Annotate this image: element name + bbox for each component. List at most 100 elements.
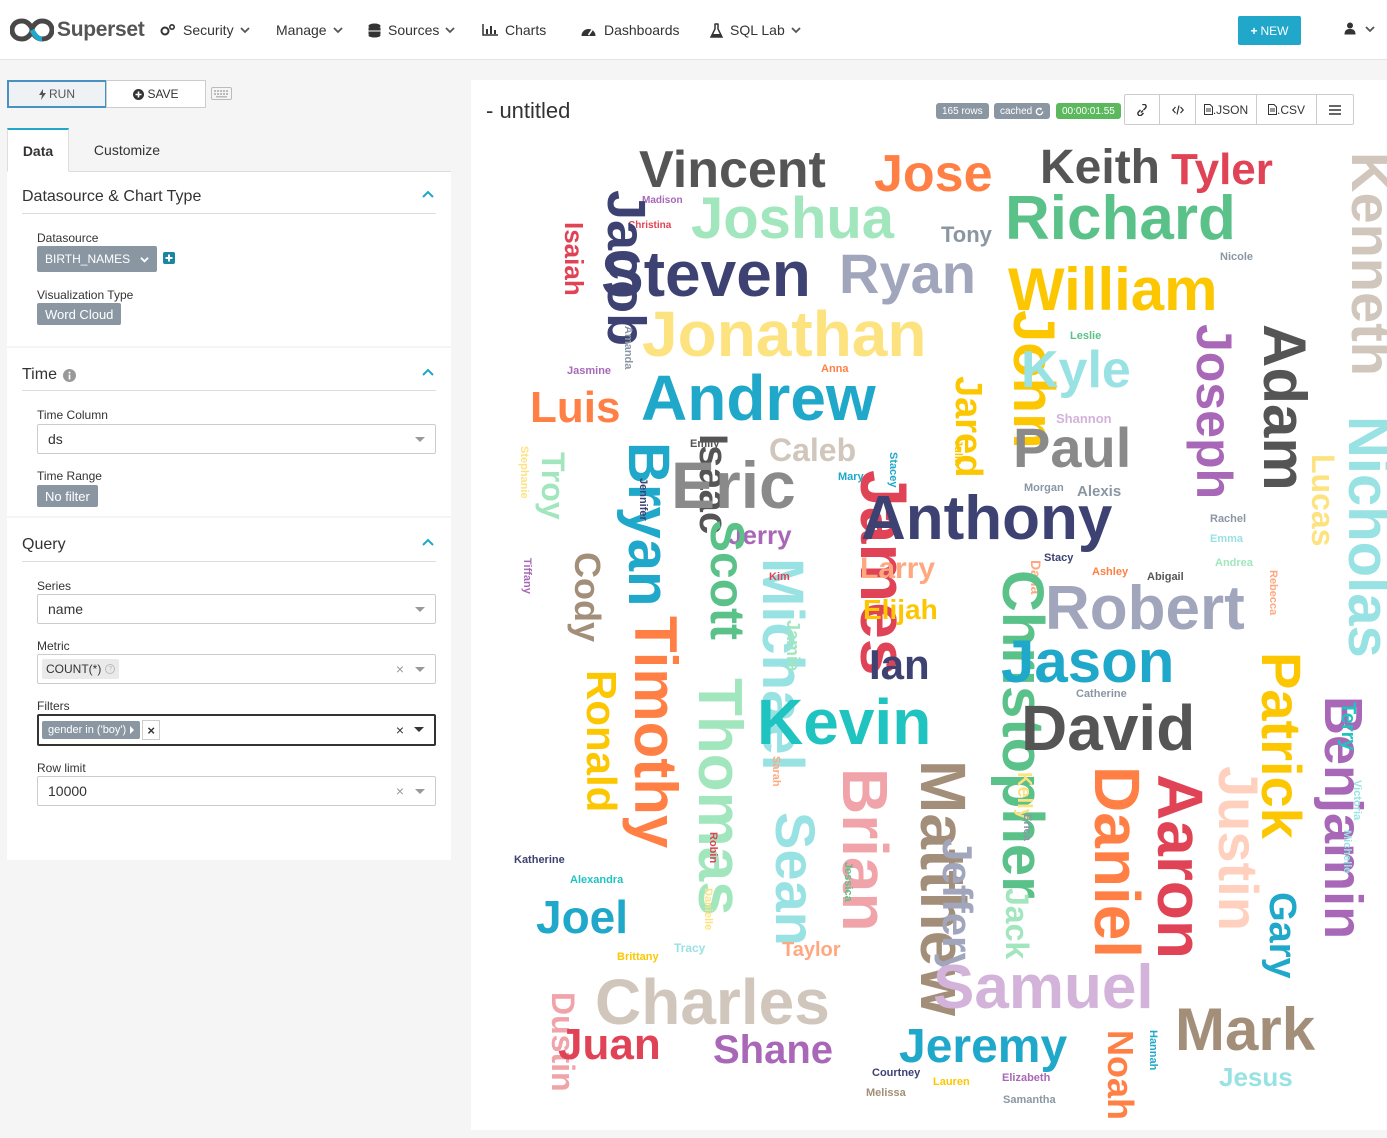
clear-icon[interactable]: ×: [396, 722, 404, 738]
chevron-down-icon: [445, 27, 455, 34]
viz-type-select[interactable]: Word Cloud: [37, 303, 122, 325]
word-cloud-word: Nicholas: [1336, 416, 1387, 658]
top-navbar: Superset Security Manage Sources Charts …: [0, 0, 1387, 60]
word-cloud-word: Larry: [860, 552, 936, 585]
series-select[interactable]: name: [37, 594, 436, 624]
new-button-label: NEW: [1260, 23, 1289, 38]
word-cloud-word: Emma: [1210, 533, 1244, 545]
word-cloud-word: Steven: [601, 238, 811, 310]
series-label: Series: [37, 579, 72, 593]
filter-tag[interactable]: gender in ('boy'): [42, 721, 141, 739]
word-cloud-word: Timothy: [622, 616, 689, 849]
time-range-select[interactable]: No filter: [37, 485, 98, 507]
word-cloud-word: Troy: [535, 452, 571, 520]
new-button[interactable]: + NEW: [1238, 16, 1301, 45]
remove-filter-icon[interactable]: ×: [142, 720, 161, 740]
word-cloud-word: Joseph: [1186, 324, 1242, 500]
info-icon[interactable]: [62, 368, 76, 382]
word-cloud-word: Lauren: [933, 1076, 970, 1088]
nav-sql-lab[interactable]: SQL Lab: [710, 0, 808, 60]
word-cloud-word: Sarah: [770, 756, 782, 787]
dropdown-arrow-icon: [415, 789, 425, 794]
nav-security[interactable]: Security: [160, 0, 257, 60]
word-cloud-word: Richard: [1005, 184, 1236, 253]
word-cloud-word: Eric: [671, 448, 796, 522]
word-cloud-word: Aaron: [1144, 774, 1216, 959]
divider: [22, 213, 436, 214]
word-cloud-word: Katherine: [514, 854, 565, 866]
chevron-up-icon[interactable]: [421, 188, 435, 202]
word-cloud-word: Kyle: [1021, 341, 1131, 399]
row-limit-label: Row limit: [37, 761, 86, 775]
time-column-select[interactable]: ds: [37, 424, 436, 454]
keyboard-icon[interactable]: [211, 87, 232, 100]
word-cloud-word: Jasmine: [567, 365, 612, 377]
word-cloud-word: Jonathan: [642, 298, 927, 370]
viz-type-label: Visualization Type: [37, 288, 134, 302]
word-cloud-word: Jeremy: [899, 1020, 1068, 1073]
metric-value: COUNT(*): [46, 662, 102, 676]
query-section-title[interactable]: Query: [22, 536, 66, 554]
word-cloud-word: Jamie: [783, 620, 803, 672]
nav-charts-label: Charts: [505, 22, 547, 38]
word-cloud-word: Daniel: [1081, 766, 1153, 959]
cogs-icon: [160, 23, 176, 36]
word-cloud-word: Cody: [567, 552, 608, 642]
word-cloud-word: Anthony: [861, 484, 1113, 553]
word-cloud-word: Kevin: [757, 686, 932, 758]
time-section-title: Time: [22, 366, 57, 383]
word-cloud-word: Jesus: [1219, 1062, 1293, 1092]
chevron-up-icon[interactable]: [421, 536, 435, 550]
control-tabs: Data Customize: [7, 128, 451, 172]
query-section: Query Series name Metric COUNT(*) ? × Fi…: [7, 518, 451, 860]
superset-logo-icon: [10, 18, 54, 42]
time-section-header[interactable]: Time: [22, 366, 76, 384]
word-cloud-word: Danielle: [702, 888, 714, 931]
word-cloud-word: Bryan: [616, 442, 681, 607]
tab-customize[interactable]: Customize: [77, 128, 177, 172]
datasource-section-title[interactable]: Datasource & Chart Type: [22, 188, 201, 206]
nav-dashboards[interactable]: Dashboards: [580, 0, 680, 60]
dashboard-icon: [581, 28, 596, 36]
word-cloud-word: Julia: [952, 440, 964, 466]
user-menu[interactable]: [1344, 22, 1375, 35]
word-cloud-word: Shane: [713, 1028, 834, 1072]
plus-square-icon[interactable]: [163, 252, 175, 264]
word-cloud-word: Kelly: [1013, 772, 1035, 820]
datasource-label: Datasource: [37, 231, 99, 245]
time-column-label: Time Column: [37, 408, 108, 422]
run-button[interactable]: RUN: [7, 80, 107, 108]
save-button[interactable]: SAVE: [106, 80, 206, 108]
dropdown-arrow-icon: [415, 437, 425, 442]
brand[interactable]: Superset: [10, 14, 145, 46]
word-cloud-word: Samuel: [933, 953, 1154, 1022]
metric-tag[interactable]: COUNT(*) ?: [42, 659, 120, 679]
metric-select[interactable]: COUNT(*) ? ×: [37, 654, 436, 684]
word-cloud-word: Jennifer: [637, 478, 649, 521]
nav-sources-label: Sources: [388, 22, 440, 38]
chevron-down-icon: [239, 27, 250, 34]
nav-manage[interactable]: Manage: [276, 0, 350, 60]
question-icon[interactable]: ?: [105, 664, 116, 674]
time-section: Time Time Column ds Time Range No filter: [7, 348, 451, 516]
word-cloud-word: Juan: [558, 1020, 661, 1069]
clear-icon[interactable]: ×: [396, 783, 404, 799]
filters-select[interactable]: gender in ('boy') × ×: [37, 714, 436, 746]
series-value: name: [48, 601, 84, 617]
nav-charts[interactable]: Charts: [482, 0, 546, 60]
chevron-up-icon[interactable]: [421, 366, 435, 380]
dropdown-arrow-icon: [414, 727, 424, 732]
clear-icon[interactable]: ×: [396, 661, 404, 677]
filters-label: Filters: [37, 699, 70, 713]
nav-sources[interactable]: Sources: [368, 0, 462, 60]
word-cloud-word: Jessica: [842, 862, 854, 902]
word-cloud-word: Rebecca: [1267, 570, 1279, 616]
chevron-down-icon: [1365, 25, 1375, 32]
datasource-value: BIRTH_NAMES: [45, 252, 131, 266]
datasource-select[interactable]: BIRTH_NAMES: [37, 246, 158, 272]
word-cloud-word: Alexandra: [570, 874, 624, 886]
row-limit-select[interactable]: 10000 ×: [37, 776, 436, 806]
word-cloud-word: Andrew: [641, 362, 876, 434]
word-cloud-word: Jason: [1001, 628, 1175, 695]
tab-data[interactable]: Data: [7, 128, 69, 172]
